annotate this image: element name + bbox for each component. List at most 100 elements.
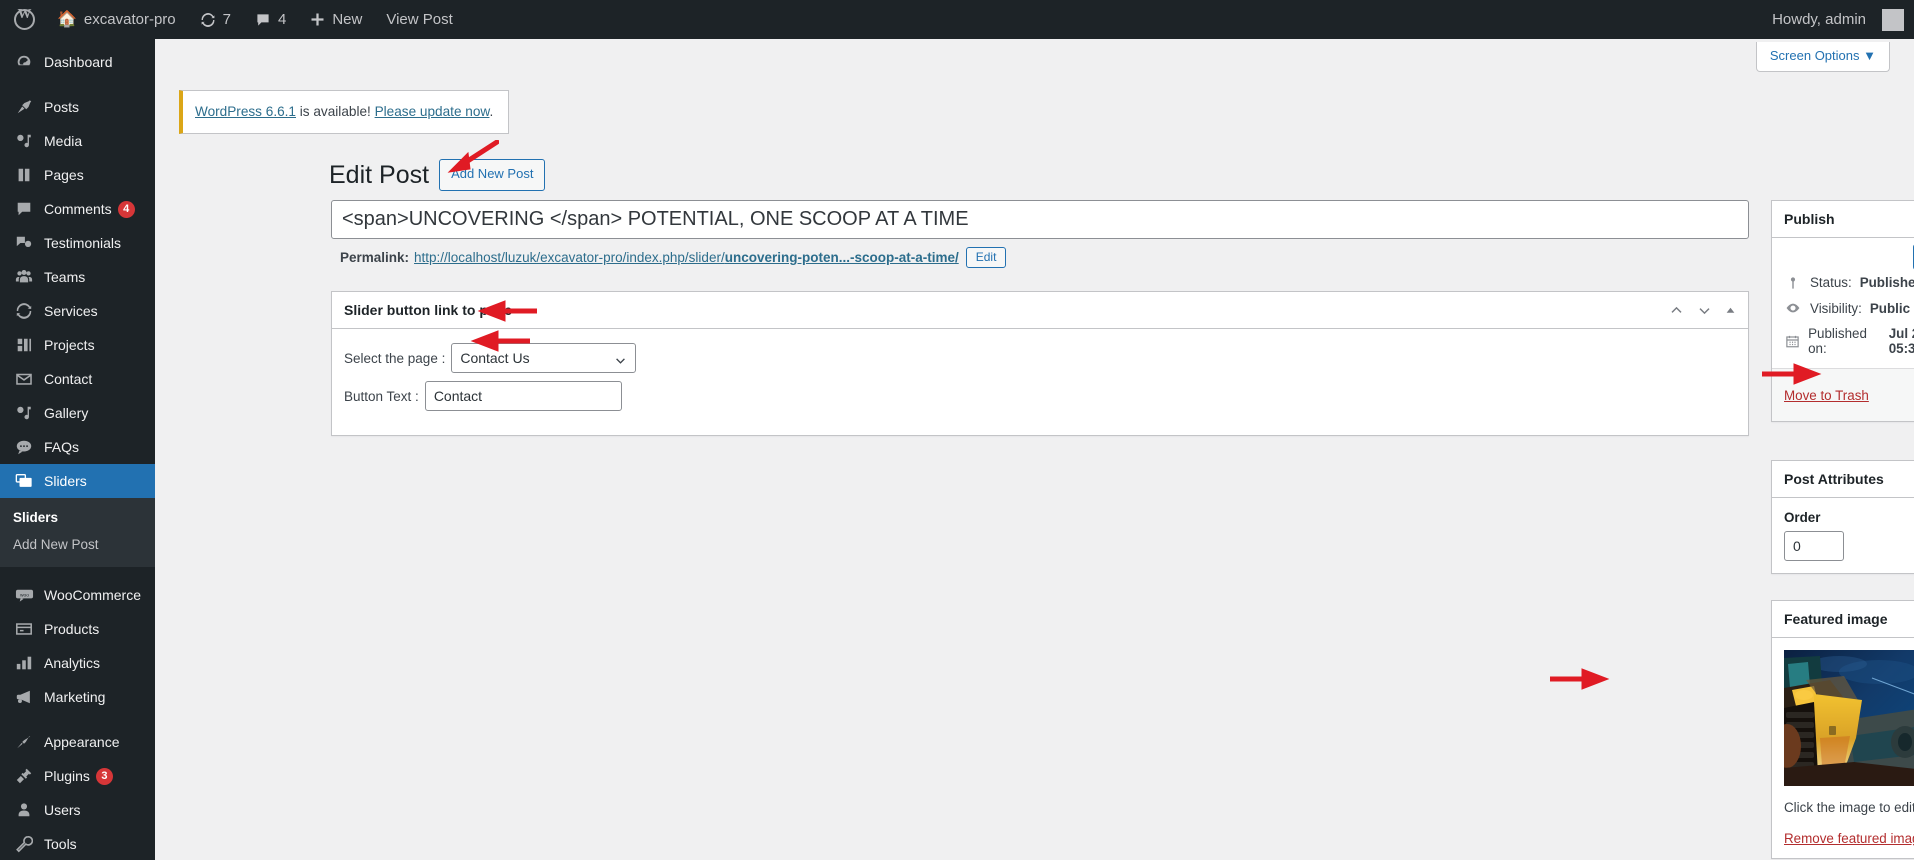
publish-metabox: Publish Preview Changes xyxy=(1771,200,1914,422)
sidebar-item-projects[interactable]: Projects xyxy=(0,328,155,362)
view-post-label: View Post xyxy=(386,11,453,28)
view-post-link[interactable]: View Post xyxy=(374,0,464,39)
sidebar-item-label: Appearance xyxy=(44,734,120,750)
sidebar-item-analytics[interactable]: Analytics xyxy=(0,646,155,680)
published-on-row: Published on: Jul 24, 2024 at 05:33 Edit xyxy=(1772,321,1914,368)
sidebar-item-users[interactable]: Users xyxy=(0,793,155,827)
sidebar-item-faqs[interactable]: FAQs xyxy=(0,430,155,464)
updates-icon xyxy=(200,12,216,28)
sidebar-item-media[interactable]: Media xyxy=(0,124,155,158)
permalink-base: http://localhost/luzuk/excavator-pro/ind… xyxy=(414,250,725,265)
sidebar-item-label: Sliders xyxy=(44,473,87,489)
avatar xyxy=(1882,8,1904,31)
permalink-edit-button[interactable]: Edit xyxy=(965,247,1007,268)
sidebar-subitem-add-new-post[interactable]: Add New Post xyxy=(0,531,155,558)
sidebar-item-gallery[interactable]: Gallery xyxy=(0,396,155,430)
permalink-link[interactable]: http://localhost/luzuk/excavator-pro/ind… xyxy=(414,250,959,265)
sidebar-item-label: Posts xyxy=(44,99,80,115)
sidebar-subitem-sliders[interactable]: Sliders xyxy=(0,504,155,531)
sidebar-item-pages[interactable]: Pages xyxy=(0,158,155,192)
sidebar-item-marketing[interactable]: Marketing xyxy=(0,680,155,714)
publish-box-title: Publish xyxy=(1784,211,1835,227)
wordpress-logo-icon xyxy=(14,7,35,30)
sidebar-item-label: Projects xyxy=(44,337,95,353)
sidebar-item-label: Testimonials xyxy=(44,235,122,251)
update-now-link[interactable]: Please update now xyxy=(375,104,490,119)
media-icon xyxy=(13,404,35,422)
order-input[interactable] xyxy=(1784,531,1844,561)
sidebar-item-contact[interactable]: Contact xyxy=(0,362,155,396)
menu-separator xyxy=(0,567,155,578)
wordpress-version-link[interactable]: WordPress 6.6.1 xyxy=(195,104,296,119)
publish-box-body: Preview Changes Status: Published Edit V… xyxy=(1772,238,1914,421)
sidebar-item-tools[interactable]: Tools xyxy=(0,827,155,860)
my-account-link[interactable]: Howdy, admin xyxy=(1760,0,1904,39)
megaphone-icon xyxy=(13,688,35,706)
update-notice: WordPress 6.6.1 is available! Please upd… xyxy=(179,90,509,135)
comments-link[interactable]: 4 xyxy=(243,0,298,39)
screen-options-button[interactable]: Screen Options ▼ xyxy=(1755,42,1890,73)
updates-link[interactable]: 7 xyxy=(188,0,243,39)
move-up-icon[interactable] xyxy=(1669,303,1684,318)
svg-text:woo: woo xyxy=(19,593,28,598)
home-icon: 🏠 xyxy=(57,10,77,28)
sidebar-item-comments[interactable]: Comments 4 xyxy=(0,192,155,226)
sidebar-submenu-sliders: Sliders Add New Post xyxy=(0,498,155,567)
add-new-post-button[interactable]: Add New Post xyxy=(439,159,546,192)
pin-post-icon xyxy=(1784,276,1802,290)
remove-featured-image-link[interactable]: Remove featured image xyxy=(1784,831,1914,846)
users-icon xyxy=(13,801,35,819)
button-text-row: Button Text : xyxy=(344,381,1736,411)
post-title-input[interactable] xyxy=(331,200,1749,239)
featured-image-title: Featured image xyxy=(1784,611,1888,627)
featured-image-caption: Click the image to edit or update xyxy=(1784,800,1914,815)
teams-icon xyxy=(13,268,35,286)
metabox-header: Featured image xyxy=(1772,601,1914,638)
permalink-slug: uncovering-poten...-scoop-at-a-time/ xyxy=(724,250,959,265)
dashboard-icon xyxy=(13,53,35,71)
sidebar-item-label: Dashboard xyxy=(44,54,113,70)
screen-options-label: Screen Options xyxy=(1769,48,1860,63)
updates-count: 7 xyxy=(222,11,231,28)
new-content-link[interactable]: New xyxy=(298,0,374,39)
plugins-count-badge: 3 xyxy=(95,767,113,785)
sidebar-item-testimonials[interactable]: Testimonials xyxy=(0,226,155,260)
new-label: New xyxy=(332,11,363,28)
status-value: Published xyxy=(1859,275,1914,290)
toggle-panel-icon[interactable] xyxy=(1725,305,1736,316)
media-icon xyxy=(13,132,35,150)
sidebar-item-services[interactable]: Services xyxy=(0,294,155,328)
admin-bar: 🏠 excavator-pro 7 4 New View Post Howdy,… xyxy=(0,0,1914,39)
sidebar-item-sliders[interactable]: Sliders xyxy=(0,464,155,498)
select-page-dropdown[interactable]: Contact Us xyxy=(451,343,637,373)
metabox-header: Slider button link to page xyxy=(332,292,1748,329)
sidebar-item-woocommerce[interactable]: woo WooCommerce xyxy=(0,578,155,612)
move-to-trash-link[interactable]: Move to Trash xyxy=(1784,388,1869,403)
comment-bubble-icon xyxy=(255,12,271,28)
select-page-wrap: Contact Us xyxy=(451,343,637,373)
published-on-label: Published on: xyxy=(1808,326,1867,356)
featured-image-metabox: Featured image Click the image to edit R… xyxy=(1771,600,1914,859)
notice-mid-text: is available! xyxy=(296,104,375,119)
site-name-link[interactable]: 🏠 excavator-pro xyxy=(45,0,188,39)
sidebar-item-label: Plugins xyxy=(44,768,90,784)
featured-image-thumbnail[interactable] xyxy=(1784,650,1914,786)
wordpress-logo-link[interactable] xyxy=(0,0,45,39)
admin-bar-right: Howdy, admin xyxy=(1760,0,1914,39)
select-page-label: Select the page : xyxy=(344,350,446,366)
sidebar-item-posts[interactable]: Posts xyxy=(0,90,155,124)
sidebar-item-plugins[interactable]: Plugins 3 xyxy=(0,759,155,793)
sidebar-item-teams[interactable]: Teams xyxy=(0,260,155,294)
button-text-input[interactable] xyxy=(424,381,622,411)
move-down-icon[interactable] xyxy=(1697,303,1712,318)
featured-image-body: Click the image to edit or update Remove… xyxy=(1772,638,1914,858)
sidebar-item-dashboard[interactable]: Dashboard xyxy=(0,45,155,79)
sidebar-item-products[interactable]: Products xyxy=(0,612,155,646)
page-title: Edit Post xyxy=(329,161,430,189)
screen-meta-links: Screen Options ▼ xyxy=(1755,42,1890,73)
sidebar-item-appearance[interactable]: Appearance xyxy=(0,725,155,759)
plugins-icon xyxy=(13,767,35,785)
content-area: Screen Options ▼ WordPress 6.6.1 is avai… xyxy=(155,39,1914,860)
post-attributes-body: Order xyxy=(1772,498,1914,573)
pages-icon xyxy=(13,166,35,184)
